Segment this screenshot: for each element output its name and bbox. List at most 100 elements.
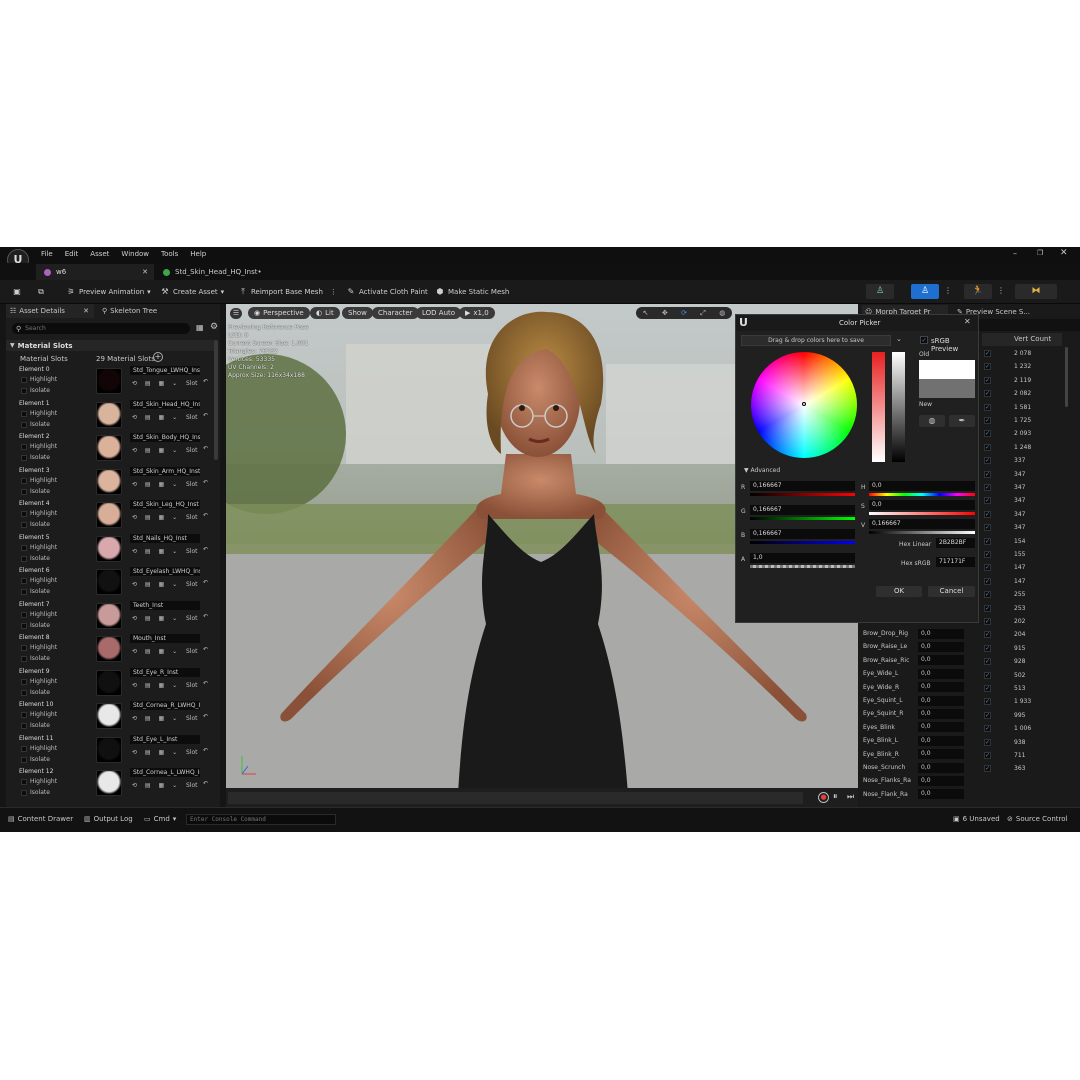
lit-button[interactable]: ◐ Lit xyxy=(310,307,340,319)
activate-cloth-paint-button[interactable]: ✎ Activate Cloth Paint xyxy=(346,285,428,299)
isolate-checkbox[interactable] xyxy=(21,555,27,562)
reset-icon[interactable]: ↶ xyxy=(203,445,208,452)
isolate-checkbox[interactable] xyxy=(21,622,27,629)
chevron-down-icon[interactable]: ⌄ xyxy=(896,335,902,343)
create-asset-button[interactable]: ⚒ Create Asset ▾ xyxy=(160,285,224,299)
morph-value-field[interactable]: 0,0 xyxy=(918,682,964,693)
enabled-checkbox[interactable]: ✓ xyxy=(984,443,991,451)
morph-target-row[interactable]: Nose_Flanks_Ra 0,0 xyxy=(858,774,982,787)
reset-icon[interactable]: ↶ xyxy=(203,546,208,553)
reset-icon[interactable]: ↶ xyxy=(203,579,208,586)
enabled-checkbox[interactable]: ✓ xyxy=(984,711,991,719)
asset-actions-icons[interactable]: ⟲ ▤ ▦ ⌄ xyxy=(132,648,180,655)
enabled-checkbox[interactable]: ✓ xyxy=(984,631,991,639)
minimize-icon[interactable]: – xyxy=(1013,249,1017,258)
saturation-slider[interactable] xyxy=(872,352,885,462)
srgb-preview-checkbox[interactable]: ✓ xyxy=(920,336,928,344)
morph-target-row[interactable]: Eye_Blink_L 0,0 xyxy=(858,734,982,747)
highlight-checkbox[interactable] xyxy=(21,611,27,618)
asset-actions-icons[interactable]: ⟲ ▤ ▦ ⌄ xyxy=(132,715,180,722)
material-name-field[interactable]: Teeth_Inst xyxy=(130,600,200,610)
highlight-checkbox[interactable] xyxy=(21,511,27,517)
enabled-checkbox[interactable]: ✓ xyxy=(984,752,991,759)
highlight-checkbox[interactable] xyxy=(21,712,27,718)
perspective-button[interactable]: ◉ Perspective xyxy=(248,307,310,319)
material-thumbnail[interactable] xyxy=(96,669,122,696)
tab-close-icon[interactable]: ✕ xyxy=(83,307,89,315)
eyedropper-icon[interactable]: ✒ xyxy=(949,415,975,427)
morph-value-field[interactable]: 0,0 xyxy=(918,775,964,786)
record-icon[interactable]: ● xyxy=(818,792,829,803)
isolate-checkbox[interactable] xyxy=(21,589,27,595)
material-name-field[interactable]: Std_Eyelash_LWHQ_Inst xyxy=(130,567,200,576)
menu-item-window[interactable]: Window xyxy=(121,250,149,258)
morph-value-field[interactable]: 0,0 xyxy=(918,708,964,719)
g-gradient[interactable] xyxy=(750,517,855,520)
material-name-field[interactable]: Std_Eye_L_Inst xyxy=(130,734,200,744)
enabled-checkbox[interactable]: ✓ xyxy=(984,618,991,625)
reset-icon[interactable]: ↶ xyxy=(203,780,208,787)
preview-animation-button[interactable]: ⚞ Preview Animation ▾ xyxy=(66,285,150,299)
s-gradient[interactable] xyxy=(869,512,975,515)
enabled-checkbox[interactable]: ✓ xyxy=(984,725,991,733)
asset-actions-icons[interactable]: ⟲ ▤ ▦ ⌄ xyxy=(132,380,180,387)
a-field[interactable]: 1,0 xyxy=(750,553,855,563)
asset-actions-icons[interactable]: ⟲ ▤ ▦ ⌄ xyxy=(132,548,180,555)
morph-target-row[interactable]: Brow_Raise_Ric 0,0 xyxy=(858,654,982,667)
b-field[interactable]: 0,166667 xyxy=(750,529,855,539)
material-name-field[interactable]: Std_Nails_HQ_Inst xyxy=(130,533,200,543)
b-gradient[interactable] xyxy=(750,541,855,544)
enabled-checkbox[interactable]: ✓ xyxy=(984,484,991,491)
tab-std-skin-head[interactable]: Std_Skin_Head_HQ_Inst• xyxy=(158,264,318,280)
morph-value-field[interactable]: 0,0 xyxy=(918,762,964,773)
enabled-checkbox[interactable]: ✓ xyxy=(984,671,991,679)
show-button[interactable]: Show xyxy=(342,307,373,319)
reset-icon[interactable]: ↶ xyxy=(203,479,208,486)
morph-target-row[interactable]: Eye_Squint_R 0,0 xyxy=(858,707,982,720)
morph-target-row[interactable]: Eye_Wide_R 0,0 xyxy=(858,681,982,694)
morph-value-field[interactable]: 0,0 xyxy=(918,628,964,639)
material-thumbnail[interactable] xyxy=(96,535,122,562)
highlight-checkbox[interactable] xyxy=(21,578,27,584)
section-header-material-slots[interactable]: ▼ Material Slots xyxy=(6,340,216,351)
unsaved-button[interactable]: ▣ 6 Unsaved xyxy=(953,815,1000,823)
isolate-checkbox[interactable] xyxy=(21,388,27,394)
material-thumbnail[interactable] xyxy=(96,636,122,662)
morph-value-field[interactable]: 0,0 xyxy=(918,749,964,760)
hex-linear-field[interactable]: 2B2B2BF xyxy=(936,538,975,548)
world-icon[interactable]: ◍ xyxy=(719,309,725,317)
material-name-field[interactable]: Std_Skin_Arm_HQ_Inst xyxy=(130,466,200,476)
morph-target-row[interactable]: Eye_Wide_L 0,0 xyxy=(858,667,982,680)
enabled-checkbox[interactable]: ✓ xyxy=(984,350,991,357)
r-gradient[interactable] xyxy=(750,493,855,496)
table-view-icon[interactable]: ▦ xyxy=(196,323,204,332)
asset-actions-icons[interactable]: ⟲ ▤ ▦ ⌄ xyxy=(132,749,180,756)
enabled-checkbox[interactable]: ✓ xyxy=(984,698,991,706)
enabled-checkbox[interactable]: ✓ xyxy=(984,658,991,666)
enabled-checkbox[interactable]: ✓ xyxy=(984,417,991,424)
enabled-checkbox[interactable]: ✓ xyxy=(984,537,991,545)
material-name-field[interactable]: Std_Cornea_L_LWHQ_Inst xyxy=(130,768,200,777)
material-thumbnail[interactable] xyxy=(96,703,122,729)
highlight-checkbox[interactable] xyxy=(21,745,27,752)
morph-value-field[interactable]: 0,0 xyxy=(918,668,964,679)
close-icon[interactable]: ✕ xyxy=(964,317,971,326)
morph-target-row[interactable]: Brow_Raise_Le 0,0 xyxy=(858,640,982,653)
h-gradient[interactable] xyxy=(869,493,975,496)
cancel-button[interactable]: Cancel xyxy=(928,586,975,597)
mesh-mode-button[interactable]: ♙ xyxy=(911,284,939,299)
make-static-mesh-button[interactable]: ⬢ Make Static Mesh xyxy=(435,285,510,299)
vert-count-header-cell[interactable]: Vert Count xyxy=(982,333,1062,346)
reset-icon[interactable]: ↶ xyxy=(203,512,208,519)
asset-actions-icons[interactable]: ⟲ ▤ ▦ ⌄ xyxy=(132,782,180,789)
enabled-checkbox[interactable]: ✓ xyxy=(984,470,991,478)
a-gradient[interactable] xyxy=(750,565,855,568)
settings-icon[interactable]: ⚙ xyxy=(210,322,218,332)
enabled-checkbox[interactable]: ✓ xyxy=(984,363,991,371)
isolate-checkbox[interactable] xyxy=(21,656,27,662)
asset-actions-icons[interactable]: ⟲ ▤ ▦ ⌄ xyxy=(132,481,180,488)
asset-actions-icons[interactable]: ⟲ ▤ ▦ ⌄ xyxy=(132,447,180,454)
menu-item-help[interactable]: Help xyxy=(190,250,206,258)
asset-actions-icons[interactable]: ⟲ ▤ ▦ ⌄ xyxy=(132,414,180,421)
morph-target-row[interactable]: Eyes_Blink 0,0 xyxy=(858,721,982,734)
